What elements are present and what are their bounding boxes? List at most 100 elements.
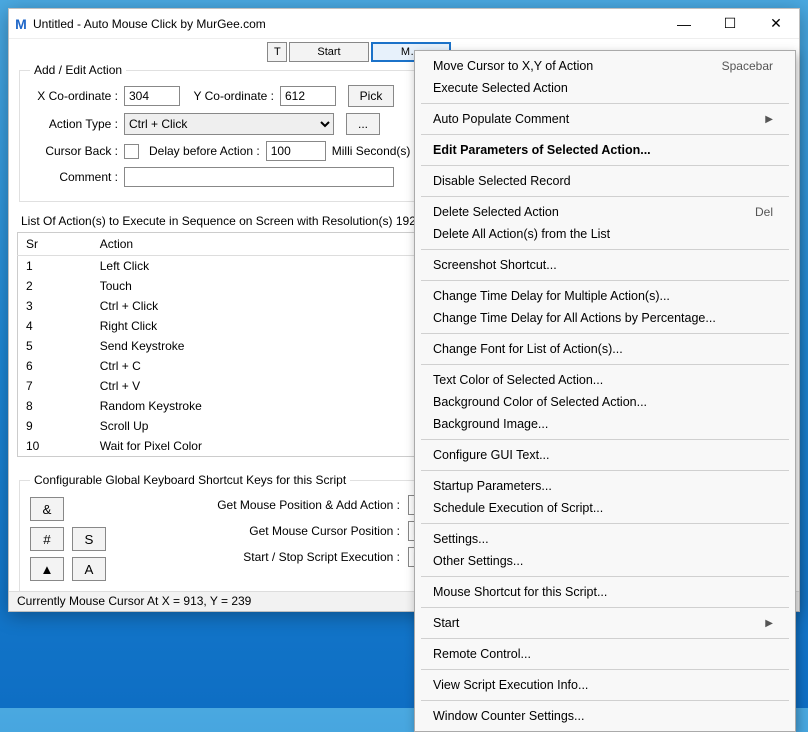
menu-item-label: Background Color of Selected Action... xyxy=(433,395,647,409)
menu-item[interactable]: Settings... xyxy=(415,528,795,550)
x-coord-input[interactable] xyxy=(124,86,180,106)
maximize-button[interactable]: ☐ xyxy=(707,9,753,39)
cell-sr: 1 xyxy=(18,256,92,277)
menu-item-label: Other Settings... xyxy=(433,554,523,568)
shortcut-row1-label: Get Mouse Position & Add Action : xyxy=(120,498,400,512)
submenu-arrow-icon: ▶ xyxy=(765,618,773,629)
menu-item[interactable]: Remote Control... xyxy=(415,643,795,665)
menu-separator xyxy=(421,523,789,524)
shortcut-row2-label: Get Mouse Cursor Position : xyxy=(120,524,400,538)
cell-sr: 2 xyxy=(18,276,92,296)
menu-item-label: Change Time Delay for All Actions by Per… xyxy=(433,311,716,325)
menu-item-label: Window Counter Settings... xyxy=(433,709,584,723)
cell-action: Random Keystroke xyxy=(92,396,420,416)
menu-item-label: Change Font for List of Action(s)... xyxy=(433,342,623,356)
menu-item[interactable]: Configure GUI Text... xyxy=(415,444,795,466)
titlebar: M Untitled - Auto Mouse Click by MurGee.… xyxy=(9,9,799,39)
menu-separator xyxy=(421,700,789,701)
menu-item[interactable]: Screenshot Shortcut... xyxy=(415,254,795,276)
cell-sr: 9 xyxy=(18,416,92,436)
y-coord-input[interactable] xyxy=(280,86,336,106)
menu-item[interactable]: Mouse Shortcut for this Script... xyxy=(415,581,795,603)
cell-action: Ctrl + C xyxy=(92,356,420,376)
close-button[interactable]: ✕ xyxy=(753,9,799,39)
pick-button[interactable]: Pick xyxy=(348,85,394,107)
cell-sr: 4 xyxy=(18,316,92,336)
cell-action: Wait for Pixel Color xyxy=(92,436,420,457)
shortcut-a-button[interactable]: A xyxy=(72,557,106,581)
shortcut-up-button[interactable]: ▲ xyxy=(30,557,64,581)
menu-item[interactable]: Auto Populate Comment ▶ xyxy=(415,108,795,130)
menu-item[interactable]: Background Color of Selected Action... xyxy=(415,391,795,413)
shortcut-amp-button[interactable]: & xyxy=(30,497,64,521)
menu-item-label: Startup Parameters... xyxy=(433,479,552,493)
menu-item[interactable]: Startup Parameters... xyxy=(415,475,795,497)
cell-sr: 8 xyxy=(18,396,92,416)
menu-item[interactable]: Background Image... xyxy=(415,413,795,435)
menu-separator xyxy=(421,439,789,440)
add-edit-legend: Add / Edit Action xyxy=(30,63,126,77)
comment-input[interactable] xyxy=(124,167,394,187)
menu-separator xyxy=(421,249,789,250)
menu-separator xyxy=(421,196,789,197)
comment-label: Comment : xyxy=(30,170,118,184)
col-action[interactable]: Action xyxy=(92,233,420,256)
cell-sr: 10 xyxy=(18,436,92,457)
menu-item[interactable]: Start▶ xyxy=(415,612,795,634)
menu-separator xyxy=(421,470,789,471)
app-icon: M xyxy=(9,16,33,32)
menu-item[interactable]: Change Time Delay for Multiple Action(s)… xyxy=(415,285,795,307)
shortcut-row3-label: Start / Stop Script Execution : xyxy=(120,550,400,564)
menu-item[interactable]: Delete All Action(s) from the List xyxy=(415,223,795,245)
menu-separator xyxy=(421,103,789,104)
menu-separator xyxy=(421,576,789,577)
menu-item-label: Auto Populate Comment xyxy=(433,112,569,126)
x-coord-label: X Co-ordinate : xyxy=(30,89,118,103)
menu-separator xyxy=(421,134,789,135)
submenu-arrow-icon: ▶ xyxy=(765,114,773,125)
menu-item[interactable]: Change Font for List of Action(s)... xyxy=(415,338,795,360)
menu-separator xyxy=(421,280,789,281)
menu-item[interactable]: Edit Parameters of Selected Action... xyxy=(415,139,795,161)
menu-item-label: Screenshot Shortcut... xyxy=(433,258,557,272)
minimize-button[interactable]: — xyxy=(661,9,707,39)
cell-sr: 5 xyxy=(18,336,92,356)
delay-label: Delay before Action : xyxy=(149,144,260,158)
menu-item-label: Move Cursor to X,Y of Action xyxy=(433,59,593,73)
cell-action: Send Keystroke xyxy=(92,336,420,356)
menu-item[interactable]: View Script Execution Info... xyxy=(415,674,795,696)
menu-item[interactable]: Change Time Delay for All Actions by Per… xyxy=(415,307,795,329)
menu-item-label: Delete Selected Action xyxy=(433,205,559,219)
menu-item-label: Delete All Action(s) from the List xyxy=(433,227,610,241)
menu-item[interactable]: Window Counter Settings... xyxy=(415,705,795,727)
cursor-back-label: Cursor Back : xyxy=(30,144,118,158)
menu-item-label: Mouse Shortcut for this Script... xyxy=(433,585,607,599)
shortcut-s-button[interactable]: S xyxy=(72,527,106,551)
action-type-more-button[interactable]: ... xyxy=(346,113,380,135)
menu-separator xyxy=(421,333,789,334)
shortcuts-legend: Configurable Global Keyboard Shortcut Ke… xyxy=(30,473,350,487)
menu-item-label: Disable Selected Record xyxy=(433,174,571,188)
col-sr[interactable]: Sr xyxy=(18,233,92,256)
menu-item[interactable]: Move Cursor to X,Y of ActionSpacebar xyxy=(415,55,795,77)
menu-item-label: Background Image... xyxy=(433,417,548,431)
cell-sr: 7 xyxy=(18,376,92,396)
menu-item[interactable]: Delete Selected ActionDel xyxy=(415,201,795,223)
action-type-label: Action Type : xyxy=(30,117,118,131)
menu-separator xyxy=(421,638,789,639)
menu-item[interactable]: Schedule Execution of Script... xyxy=(415,497,795,519)
menu-item[interactable]: Execute Selected Action xyxy=(415,77,795,99)
delay-input[interactable] xyxy=(266,141,326,161)
context-menu[interactable]: Move Cursor to X,Y of ActionSpacebarExec… xyxy=(414,50,796,732)
menu-item[interactable]: Text Color of Selected Action... xyxy=(415,369,795,391)
menu-item-label: Remote Control... xyxy=(433,647,531,661)
menu-item-label: Configure GUI Text... xyxy=(433,448,550,462)
menu-item[interactable]: Other Settings... xyxy=(415,550,795,572)
menu-item-label: View Script Execution Info... xyxy=(433,678,588,692)
menu-separator xyxy=(421,364,789,365)
action-type-select[interactable]: Ctrl + Click xyxy=(124,113,334,135)
cursor-back-checkbox[interactable] xyxy=(124,144,139,159)
cell-sr: 6 xyxy=(18,356,92,376)
shortcut-hash-button[interactable]: # xyxy=(30,527,64,551)
menu-item[interactable]: Disable Selected Record xyxy=(415,170,795,192)
